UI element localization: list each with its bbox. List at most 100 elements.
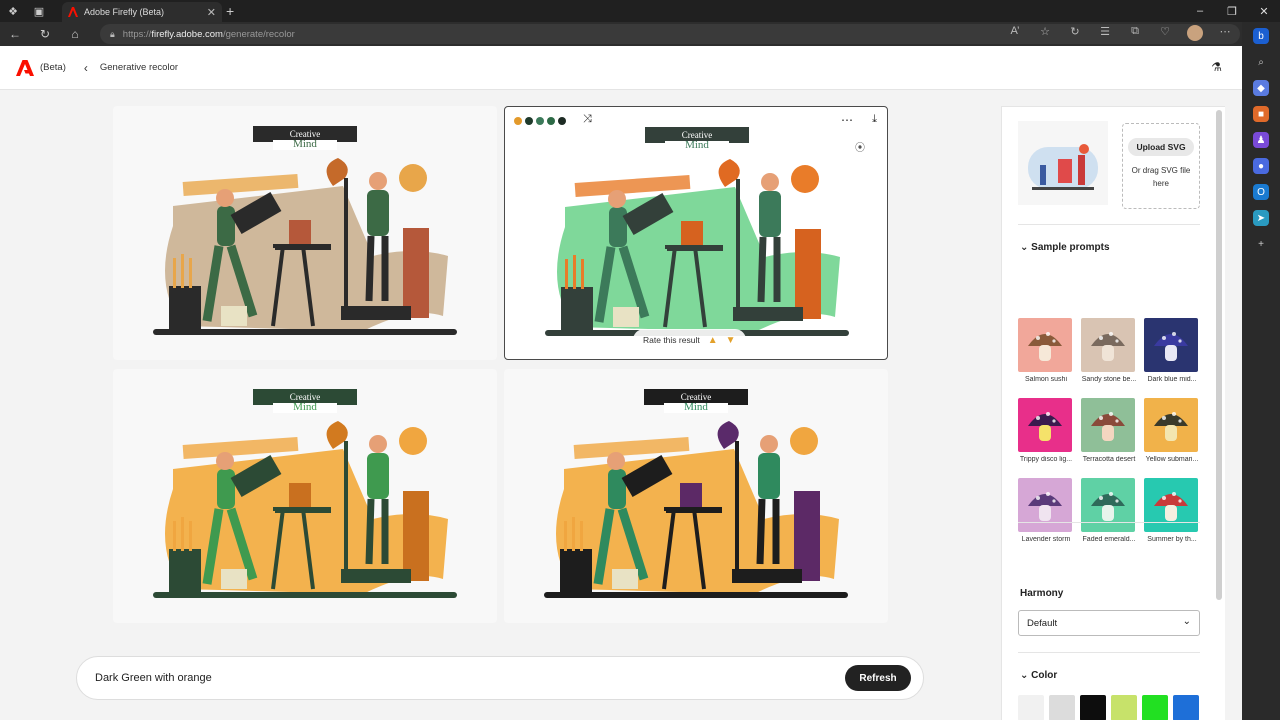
prompt-input[interactable] xyxy=(95,672,815,684)
search-icon[interactable]: ⌕ xyxy=(1253,54,1269,70)
add-sidebar-icon[interactable]: + xyxy=(1253,236,1269,252)
sample-prompt-label: Salmon sushi xyxy=(1024,376,1068,383)
rate-result-bar: Rate this result ▲ ▼ xyxy=(633,329,746,351)
shuffle-icon[interactable]: ⤨ xyxy=(583,113,592,126)
mushroom-thumbnail xyxy=(1144,398,1198,452)
sample-prompt-tile[interactable]: Dark blue mid... xyxy=(1144,318,1200,383)
harmony-select[interactable]: Default ⌄ xyxy=(1018,610,1200,636)
banner-subtitle: Mind xyxy=(685,139,709,151)
mushroom-thumbnail xyxy=(1018,318,1072,372)
result-card-4[interactable]: Creative Mind xyxy=(504,369,888,623)
sample-prompt-tile[interactable]: Lavender storm xyxy=(1018,478,1074,543)
window-controls: – ❐ ✕ xyxy=(1184,0,1280,22)
uploaded-svg-thumbnail[interactable] xyxy=(1018,121,1108,205)
browser-tab-firefly[interactable]: Adobe Firefly (Beta) ✕ xyxy=(62,2,222,22)
upload-hint: Or drag SVG file here xyxy=(1131,166,1191,188)
sample-prompt-label: Lavender storm xyxy=(1021,536,1071,543)
games-icon[interactable]: ♟ xyxy=(1253,132,1269,148)
tab-title: Adobe Firefly (Beta) xyxy=(84,7,165,17)
favorites-icon[interactable]: ☰ xyxy=(1096,25,1114,44)
minimize-icon[interactable]: – xyxy=(1184,0,1216,22)
palette-dots xyxy=(514,117,566,125)
beta-label: (Beta) xyxy=(40,62,66,73)
sample-prompt-tile[interactable]: Salmon sushi xyxy=(1018,318,1074,383)
banner-subtitle: Mind xyxy=(293,138,317,150)
banner-subtitle: Mind xyxy=(684,401,708,413)
divider xyxy=(1018,652,1200,653)
palette-dot xyxy=(514,117,522,125)
sample-prompt-tile[interactable]: Summer by th... xyxy=(1144,478,1200,543)
new-tab-icon[interactable]: + xyxy=(226,3,234,19)
sample-prompt-tile[interactable]: Trippy disco lig... xyxy=(1018,398,1074,463)
color-swatch[interactable] xyxy=(1173,695,1199,720)
extensions-icon[interactable]: ♡ xyxy=(1156,25,1174,44)
thumbs-up-icon[interactable]: ▲ xyxy=(708,335,718,346)
mushroom-thumbnail xyxy=(1081,478,1135,532)
result-card-3[interactable]: Creative Mind xyxy=(113,369,497,623)
refresh-extension-icon[interactable]: ↻ xyxy=(1066,25,1084,44)
sample-prompt-tile[interactable]: Sandy stone be... xyxy=(1081,318,1137,383)
result-card-1[interactable]: Creative Mind xyxy=(113,106,497,360)
thumbnail-art xyxy=(1028,144,1098,190)
drop-icon[interactable]: ➤ xyxy=(1253,210,1269,226)
read-aloud-icon[interactable]: A’ xyxy=(1006,25,1024,44)
maximize-icon[interactable]: ❐ xyxy=(1216,0,1248,22)
profile-avatar[interactable] xyxy=(1186,25,1204,44)
sample-prompt-tile[interactable]: Terracotta desert xyxy=(1081,398,1137,463)
harmony-title: Harmony xyxy=(1020,588,1064,599)
color-swatch[interactable] xyxy=(1111,695,1137,720)
panel-scrollbar[interactable] xyxy=(1216,110,1222,600)
collections-icon[interactable]: ⧉ xyxy=(1126,25,1144,44)
mushroom-icon xyxy=(1028,332,1062,361)
sample-prompt-tile[interactable]: Faded emerald... xyxy=(1081,478,1137,543)
mushroom-icon xyxy=(1028,492,1062,521)
mushroom-icon xyxy=(1028,412,1062,441)
color-header[interactable]: ⌄ Color xyxy=(1020,670,1057,681)
chevron-down-icon: ⌄ xyxy=(1020,242,1029,253)
color-swatch[interactable] xyxy=(1142,695,1168,720)
close-window-icon[interactable]: ✕ xyxy=(1248,0,1280,22)
upload-svg-button[interactable]: Upload SVG xyxy=(1128,138,1194,156)
result-card-2-selected[interactable]: ⤨ ⋯ ⤓ ⦿ Rate this result ▲ ▼ Creative Min… xyxy=(504,106,888,360)
bing-icon[interactable]: b xyxy=(1253,28,1269,44)
office-icon[interactable]: ● xyxy=(1253,158,1269,174)
palette-dot xyxy=(558,117,566,125)
upload-dropzone[interactable]: Upload SVG Or drag SVG file here xyxy=(1122,123,1200,209)
lock-icon: 🔒︎ xyxy=(110,28,115,39)
back-icon[interactable]: ← xyxy=(0,22,30,46)
focus-view-icon[interactable]: ⦿ xyxy=(855,139,865,154)
sample-prompt-label: Terracotta desert xyxy=(1082,456,1136,463)
outlook-icon[interactable]: O xyxy=(1253,184,1269,200)
back-chevron-icon[interactable]: ‹ xyxy=(84,61,88,75)
workspaces-icon[interactable]: ❖ xyxy=(0,0,26,22)
sample-prompts-header[interactable]: ⌄ Sample prompts xyxy=(1020,242,1110,253)
favorite-star-icon[interactable]: ☆ xyxy=(1036,25,1054,44)
color-swatch[interactable] xyxy=(1049,695,1075,720)
tools-icon[interactable]: ■ xyxy=(1253,106,1269,122)
tab-close-icon[interactable]: ✕ xyxy=(207,6,216,19)
breadcrumb[interactable]: Generative recolor xyxy=(100,62,178,73)
adobe-logo-icon[interactable] xyxy=(16,59,34,76)
color-swatch[interactable] xyxy=(1080,695,1106,720)
sample-prompt-label: Faded emerald... xyxy=(1082,536,1136,543)
palette-dot xyxy=(525,117,533,125)
edge-sidebar: b ⌕ ◆ ■ ♟ ● O ➤ + xyxy=(1242,22,1280,720)
settings-more-icon[interactable]: ⋯ xyxy=(1216,25,1234,44)
color-swatch[interactable] xyxy=(1018,695,1044,720)
refresh-button[interactable]: Refresh xyxy=(845,665,911,691)
flask-icon[interactable]: ⚗ xyxy=(1211,60,1222,74)
sample-prompt-tile[interactable]: Yellow submari... xyxy=(1144,398,1200,463)
reload-icon[interactable]: ↻ xyxy=(30,22,60,46)
download-icon[interactable]: ⤓ xyxy=(872,113,877,126)
sample-prompt-label: Summer by th... xyxy=(1147,536,1197,543)
shopping-icon[interactable]: ◆ xyxy=(1253,80,1269,96)
banner-subtitle: Mind xyxy=(293,401,317,413)
sample-prompt-label: Trippy disco lig... xyxy=(1019,456,1073,463)
more-options-icon[interactable]: ⋯ xyxy=(841,113,853,127)
app-header: (Beta) ‹ Generative recolor ⚗ xyxy=(0,46,1242,90)
home-icon[interactable]: ⌂ xyxy=(60,22,90,46)
thumbs-down-icon[interactable]: ▼ xyxy=(726,335,736,346)
url-host: firefly.adobe.com xyxy=(151,28,223,40)
tab-actions-icon[interactable]: ▣ xyxy=(26,0,52,22)
firefly-app: (Beta) ‹ Generative recolor ⚗ Creative Mi… xyxy=(0,46,1242,720)
